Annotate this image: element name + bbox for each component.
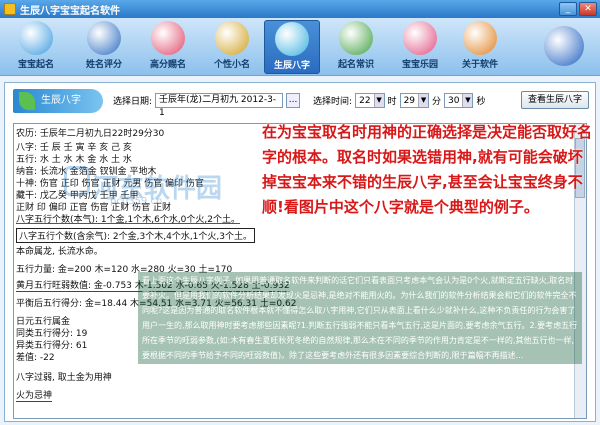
toolbar-item-4[interactable]: 生辰八字 [264, 20, 320, 74]
chevron-down-icon[interactable]: ▼ [418, 94, 429, 107]
title-bar: 生辰八字宝宝起名软件 _ ✕ [0, 0, 600, 18]
minute-unit: 分 [432, 97, 442, 107]
time-label: 选择时间: [313, 97, 353, 107]
baby-icon [19, 21, 53, 55]
toolbar-item-5[interactable]: 起名常识 [328, 20, 384, 74]
result-line: 本命属龙, 长流水命。 [16, 247, 103, 257]
minute-spinner[interactable]: 29 ▼ [399, 93, 430, 108]
second-unit: 秒 [476, 97, 486, 107]
result-line: 八字五行个数(含余气): 2个金,3个木,4个水,1个火,3个土。 [16, 228, 255, 243]
app-icon [4, 3, 16, 15]
promo-note: 看上面这个生辰八字例子, 如果用普通取名软件来判断的话它们只看表面只考虑本气会认… [138, 272, 582, 364]
view-bazi-button[interactable]: 查看生辰八字 [520, 91, 589, 109]
toolbar-label: 宝宝起名 [17, 60, 54, 70]
heart-icon [403, 21, 437, 55]
main-toolbar: 宝宝起名 姓名评分 高分赐名 个性小名 生辰八字 起名常识 宝宝乐园 关于软件? [0, 18, 600, 76]
toolbar-item-6[interactable]: 宝宝乐园 [392, 20, 448, 74]
panel-title: 生辰八字 [13, 89, 103, 113]
date-label: 选择日期: [113, 97, 153, 107]
chevron-down-icon[interactable]: ▼ [373, 94, 384, 107]
toolbar-item-8[interactable]: ? [536, 20, 592, 74]
toolbar-label: 高分赐名 [149, 60, 186, 70]
hour-unit: 时 [387, 97, 397, 107]
toolbar-item-2[interactable]: 高分赐名 [140, 20, 196, 74]
result-line: 八字五行个数(本气): 1个金,1个木,6个水,0个火,2个土。 [16, 215, 240, 225]
toolbar-label: 起名常识 [337, 60, 374, 70]
toolbar-label: 宝宝乐园 [401, 60, 438, 70]
leaf-icon [19, 92, 35, 110]
toolbar-label: 姓名评分 [85, 60, 122, 70]
toolbar-label: 关于软件 [461, 60, 498, 70]
toolbar-item-1[interactable]: 姓名评分 [76, 20, 132, 74]
result-line: 差值: -22 [16, 353, 55, 363]
watermark-logo-icon [64, 166, 90, 196]
globe-icon [87, 21, 121, 55]
leaf-icon [275, 22, 309, 56]
toolbar-item-3[interactable]: 个性小名 [204, 20, 260, 74]
toolbar-item-7[interactable]: 关于软件 [452, 20, 508, 74]
minimize-button[interactable]: _ [559, 2, 577, 16]
date-field[interactable]: 壬辰年(龙)二月初九 2012-3-1 [155, 93, 284, 118]
result-line: 八字过弱, 取土金为用神 [16, 373, 112, 383]
date-time-controls: 选择日期: 壬辰年(龙)二月初九 2012-3-1 ... 选择时间: 22 ▼ … [113, 93, 486, 118]
toolbar-label: 生辰八字 [273, 61, 310, 71]
toolbar-label: 个性小名 [213, 60, 250, 70]
result-line: 火为忌神 [16, 388, 53, 402]
windows-icon [463, 21, 497, 55]
taiji-icon [215, 21, 249, 55]
second-spinner[interactable]: 30 ▼ [444, 93, 474, 108]
toolbar-item-0[interactable]: 宝宝起名 [8, 20, 64, 74]
flower-icon [151, 21, 185, 55]
result-line: 农历: 壬辰年二月初九日22时29分30 [16, 129, 165, 139]
promo-heading: 在为宝宝取名时用神的正确选择是决定能否取好名字的根本。取名时如果选错用神,就有可… [262, 123, 593, 216]
date-picker-button[interactable]: ... [286, 93, 301, 108]
help-icon [544, 26, 584, 66]
drops-icon [339, 21, 373, 55]
close-button[interactable]: ✕ [579, 2, 597, 16]
hour-spinner[interactable]: 22 ▼ [355, 93, 385, 108]
window-title: 生辰八字宝宝起名软件 [20, 5, 120, 17]
chevron-down-icon[interactable]: ▼ [462, 94, 473, 107]
watermark-url: pc0359.cn [110, 196, 163, 207]
